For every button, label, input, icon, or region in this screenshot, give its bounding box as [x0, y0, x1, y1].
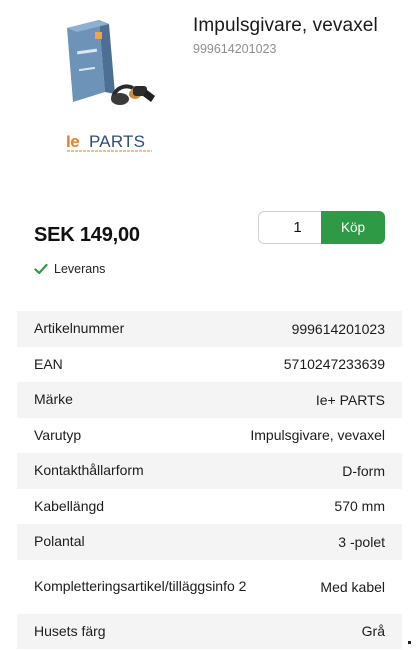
- product-header: Ie PARTS Impulsgivare, vevaxel 999614201…: [0, 0, 418, 200]
- brand-logo: Ie PARTS: [62, 130, 152, 154]
- spec-label: Husets färg: [34, 622, 106, 639]
- product-image[interactable]: [55, 10, 165, 120]
- spec-label: EAN: [34, 355, 63, 372]
- spec-label: Kompletteringsartikel/tilläggsinfo 2: [34, 578, 247, 594]
- spec-row-ean: EAN 5710247233639: [17, 347, 402, 383]
- spec-label: Kabellängd: [34, 497, 105, 514]
- logo-name: PARTS: [89, 132, 146, 151]
- spec-row-husets-farg: Husets färg Grå: [17, 613, 402, 649]
- corner-dot: [408, 641, 411, 644]
- spec-label: Artikelnummer: [34, 320, 125, 337]
- spec-row-kabellangd: Kabellängd 570 mm: [17, 489, 402, 525]
- spec-label: Märke: [34, 391, 73, 408]
- spec-row-kompletteringsartikel: Kompletteringsartikel/tilläggsinfo 2 Med…: [17, 560, 402, 614]
- quantity-input[interactable]: 1: [258, 211, 322, 244]
- spec-value: D-form: [342, 462, 385, 479]
- buy-button[interactable]: Köp: [321, 211, 385, 244]
- spec-label: Polantal: [34, 533, 85, 550]
- spec-value: Med kabel: [320, 578, 385, 595]
- spec-value: Impulsgivare, vevaxel: [250, 427, 385, 444]
- spec-value: 5710247233639: [283, 356, 385, 373]
- spec-value: Ie+ PARTS: [315, 391, 385, 408]
- spec-row-polantal: Polantal 3 -polet: [17, 524, 402, 560]
- product-sku: 999614201023: [193, 42, 277, 56]
- spec-label: Varutyp: [34, 426, 82, 443]
- spec-value: 3 -polet: [338, 533, 385, 550]
- spec-label: Kontakthållarform: [34, 462, 144, 479]
- spec-value: 570 mm: [334, 498, 385, 515]
- logo-tagline: [67, 150, 152, 152]
- delivery-label: Leverans: [54, 262, 106, 276]
- spec-row-kontakthallarform: Kontakthållarform D-form: [17, 453, 402, 489]
- product-title: Impulsgivare, vevaxel: [193, 15, 378, 36]
- product-price: SEK 149,00: [34, 224, 140, 246]
- spec-row-marke: Märke Ie+ PARTS: [17, 382, 402, 418]
- spec-row-artikelnummer: Artikelnummer 999614201023: [17, 311, 402, 347]
- spec-value: 999614201023: [291, 320, 385, 337]
- spec-value: Grå: [361, 623, 385, 640]
- check-icon: [34, 263, 48, 275]
- logo-prefix: Ie: [66, 132, 80, 151]
- delivery-status: Leverans: [34, 262, 105, 276]
- spec-row-varutyp: Varutyp Impulsgivare, vevaxel: [17, 418, 402, 454]
- spec-table: Artikelnummer 999614201023 EAN 571024723…: [17, 311, 402, 649]
